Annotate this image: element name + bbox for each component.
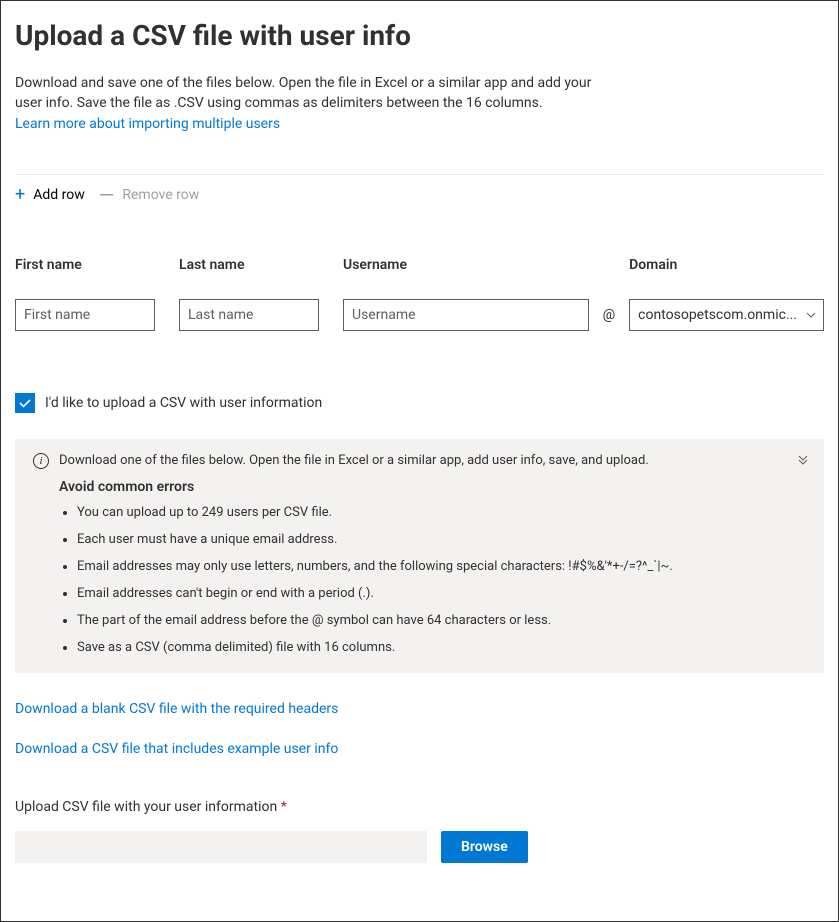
upload-path-input[interactable] (15, 831, 427, 863)
info-header: i Download one of the files below. Open … (33, 453, 806, 469)
info-icon: i (33, 453, 49, 469)
error-item: Each user must have a unique email addre… (77, 532, 806, 547)
username-label: Username (343, 257, 589, 273)
domain-selected-value: contosopetscom.onmic... (638, 307, 797, 323)
domain-label: Domain (629, 257, 824, 273)
upload-section: Upload CSV file with your user informati… (15, 799, 824, 863)
upload-csv-checkbox-label: I'd like to upload a CSV with user infor… (45, 395, 322, 411)
learn-more-link[interactable]: Learn more about importing multiple user… (15, 116, 280, 132)
minus-icon: — (99, 185, 115, 205)
description-text: Download and save one of the files below… (15, 74, 615, 113)
last-name-label: Last name (179, 257, 319, 273)
chevron-down-icon (805, 309, 817, 321)
download-blank-csv-link[interactable]: Download a blank CSV file with the requi… (15, 701, 824, 717)
add-row-button[interactable]: + Add row (15, 186, 85, 204)
first-name-field: First name (15, 257, 155, 331)
error-item: Email addresses may only use letters, nu… (77, 559, 806, 574)
error-item: Email addresses can't begin or end with … (77, 586, 806, 601)
page-title: Upload a CSV file with user info (15, 19, 824, 52)
first-name-label: First name (15, 257, 155, 273)
download-example-csv-link[interactable]: Download a CSV file that includes exampl… (15, 741, 824, 757)
remove-row-button: — Remove row (99, 185, 200, 205)
double-chevron-down-icon[interactable] (796, 453, 810, 467)
add-row-label: Add row (33, 187, 85, 203)
upload-csv-checkbox-row: I'd like to upload a CSV with user infor… (15, 393, 824, 413)
domain-select[interactable]: contosopetscom.onmic... (629, 299, 824, 331)
error-item: Save as a CSV (comma delimited) file wit… (77, 640, 806, 655)
at-symbol: @ (603, 299, 616, 331)
browse-button[interactable]: Browse (441, 831, 528, 863)
info-subtitle: Avoid common errors (59, 479, 806, 495)
plus-icon: + (15, 186, 25, 204)
info-body: Avoid common errors You can upload up to… (59, 479, 806, 655)
user-form-row: First name Last name Username @ Domain c… (15, 257, 824, 331)
remove-row-label: Remove row (122, 187, 199, 203)
required-marker: * (281, 799, 287, 815)
last-name-input[interactable] (179, 299, 319, 331)
checkmark-icon (18, 396, 32, 410)
last-name-field: Last name (179, 257, 319, 331)
upload-label: Upload CSV file with your user informati… (15, 799, 824, 815)
info-lead-text: Download one of the files below. Open th… (59, 453, 649, 468)
row-toolbar: + Add row — Remove row (15, 185, 824, 205)
info-panel: i Download one of the files below. Open … (15, 439, 824, 673)
upload-label-text: Upload CSV file with your user informati… (15, 799, 277, 815)
upload-row: Browse (15, 831, 824, 863)
divider (15, 174, 824, 175)
username-input[interactable] (343, 299, 589, 331)
username-field: Username (343, 257, 589, 331)
error-item: You can upload up to 249 users per CSV f… (77, 505, 806, 520)
download-links: Download a blank CSV file with the requi… (15, 701, 824, 757)
upload-csv-checkbox[interactable] (15, 393, 35, 413)
error-list: You can upload up to 249 users per CSV f… (59, 505, 806, 655)
first-name-input[interactable] (15, 299, 155, 331)
error-item: The part of the email address before the… (77, 613, 806, 628)
csv-upload-panel: Upload a CSV file with user info Downloa… (0, 0, 839, 922)
domain-field: Domain contosopetscom.onmic... (629, 257, 824, 331)
